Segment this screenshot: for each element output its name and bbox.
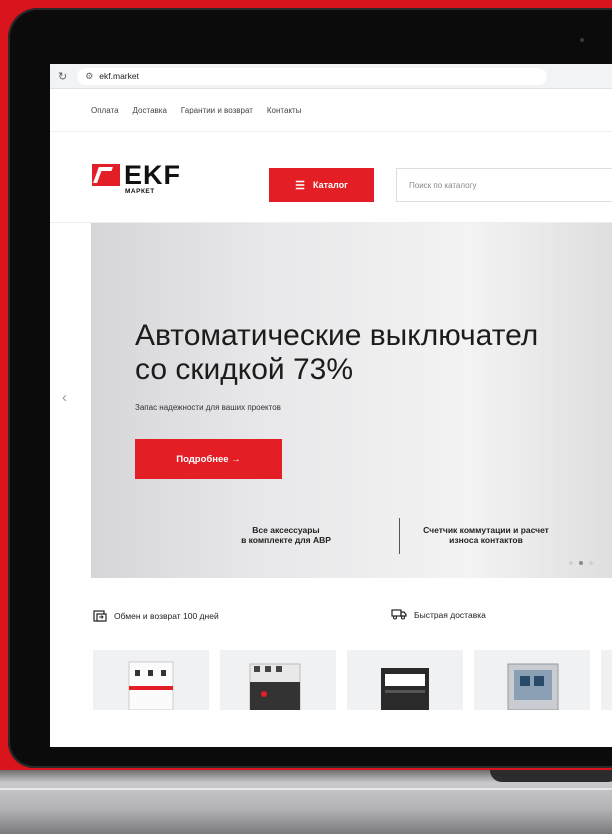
hero-section: ‹ Автоматические выключател со скидкой 7… bbox=[50, 223, 612, 578]
carousel-dot-active[interactable] bbox=[579, 561, 583, 565]
product-cards-row bbox=[50, 650, 612, 710]
laptop-base-shine bbox=[0, 788, 612, 790]
carousel-dot[interactable] bbox=[589, 561, 593, 565]
carousel-dot[interactable] bbox=[569, 561, 573, 565]
catalog-button-label: Каталог bbox=[313, 180, 348, 190]
benefit-delivery-label: Быстрая доставка bbox=[414, 609, 486, 620]
url-text: ekf.market bbox=[99, 71, 139, 81]
product-card[interactable] bbox=[93, 650, 209, 710]
logo-subtitle: МАРКЕТ bbox=[125, 188, 155, 195]
hero-subtitle: Запас надежности для ваших проектов bbox=[135, 403, 281, 412]
logo-text: EKF bbox=[124, 160, 181, 190]
product-card[interactable] bbox=[347, 650, 463, 710]
exchange-return-icon bbox=[93, 610, 107, 622]
carousel-dots bbox=[569, 561, 593, 565]
transfer-switch-image bbox=[249, 663, 301, 710]
hero-banner[interactable]: Автоматические выключател со скидкой 73%… bbox=[91, 223, 612, 578]
hero-title: Автоматические выключател со скидкой 73% bbox=[135, 319, 539, 386]
browser-screen: ↻ ⚙ ekf.market Оплата Доставка Гарантии … bbox=[50, 64, 612, 747]
product-card[interactable] bbox=[220, 650, 336, 710]
search-placeholder: Поиск по каталогу bbox=[409, 180, 477, 190]
hero-feature-counter-text: Счетчик коммутации и расчет износа конта… bbox=[423, 525, 549, 545]
chevron-left-icon[interactable]: ‹ bbox=[62, 389, 67, 406]
site-header: EKF МАРКЕТ ☰ Каталог Поиск по каталогу bbox=[50, 132, 612, 223]
nav-link-warranty[interactable]: Гарантии и возврат bbox=[181, 106, 253, 115]
hero-feature-accessories-text: Все аксессуары в комплекте для АВР bbox=[241, 525, 331, 545]
site-settings-icon[interactable]: ⚙ bbox=[85, 71, 93, 82]
benefits-row: Обмен и возврат 100 дней Быстрая доставк… bbox=[50, 578, 612, 650]
catalog-button[interactable]: ☰ Каталог bbox=[269, 168, 374, 202]
top-navigation: Оплата Доставка Гарантии и возврат Конта… bbox=[50, 89, 612, 132]
electrical-panel-image bbox=[507, 663, 559, 710]
more-button-label: Подробнее → bbox=[176, 453, 241, 465]
distribution-box-image bbox=[381, 668, 429, 710]
menu-icon: ☰ bbox=[295, 179, 305, 192]
ekf-logo[interactable]: EKF МАРКЕТ bbox=[92, 160, 202, 204]
camera-dot bbox=[580, 38, 584, 42]
nav-link-payment[interactable]: Оплата bbox=[91, 106, 119, 115]
more-button[interactable]: Подробнее → bbox=[135, 439, 282, 479]
logo-mark-icon bbox=[92, 164, 120, 186]
product-card[interactable] bbox=[474, 650, 590, 710]
benefit-delivery: Быстрая доставка bbox=[391, 609, 486, 620]
search-input[interactable]: Поиск по каталогу bbox=[396, 168, 612, 202]
truck-icon bbox=[391, 609, 407, 620]
reload-icon[interactable]: ↻ bbox=[58, 70, 67, 83]
hero-feature-accessories: Все аксессуары в комплекте для АВР bbox=[196, 525, 376, 545]
nav-link-delivery[interactable]: Доставка bbox=[133, 106, 167, 115]
circuit-breaker-image bbox=[128, 661, 174, 710]
address-bar[interactable]: ⚙ ekf.market bbox=[77, 67, 548, 85]
product-card[interactable] bbox=[601, 650, 612, 710]
benefit-return: Обмен и возврат 100 дней bbox=[93, 609, 219, 622]
laptop-hinge-notch bbox=[490, 770, 612, 782]
hero-feature-counter: Счетчик коммутации и расчет износа конта… bbox=[386, 525, 586, 545]
benefit-return-label: Обмен и возврат 100 дней bbox=[114, 610, 219, 621]
nav-link-contacts[interactable]: Контакты bbox=[267, 106, 302, 115]
browser-toolbar: ↻ ⚙ ekf.market bbox=[50, 64, 612, 89]
